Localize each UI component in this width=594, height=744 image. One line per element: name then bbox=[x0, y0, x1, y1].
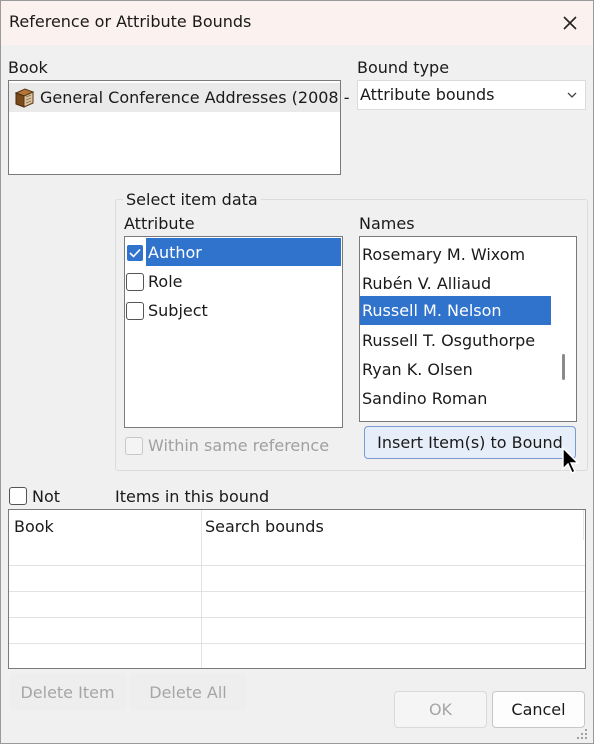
names-item[interactable]: Rosemary M. Wixom bbox=[360, 240, 552, 269]
delete-all-button-label: Delete All bbox=[149, 682, 227, 702]
table-row-line bbox=[9, 617, 585, 618]
items-table[interactable]: Book Search bounds bbox=[8, 509, 586, 669]
attribute-item-author[interactable]: Author bbox=[125, 237, 342, 267]
names-item[interactable]: Ryan K. Olsen bbox=[360, 355, 552, 384]
dialog-window: Reference or Attribute Bounds Book Gener… bbox=[0, 0, 594, 744]
attribute-item-label: Author bbox=[148, 243, 202, 262]
names-item-label: Ryan K. Olsen bbox=[362, 360, 473, 379]
names-item-label: Russell T. Osguthorpe bbox=[362, 331, 536, 350]
checkmark-icon bbox=[129, 248, 141, 258]
names-list[interactable]: Rosemary M. Wixom Rubén V. Alliaud Russe… bbox=[359, 236, 577, 422]
names-item[interactable]: Russell T. Osguthorpe bbox=[360, 326, 552, 355]
insert-items-button-label: Insert Item(s) to Bound bbox=[377, 433, 563, 452]
table-row-line bbox=[9, 565, 585, 566]
chevron-down-icon bbox=[567, 92, 577, 98]
names-item-label: Russell M. Nelson bbox=[362, 301, 502, 320]
column-divider bbox=[583, 510, 584, 540]
attribute-item-role[interactable]: Role bbox=[125, 267, 342, 296]
items-in-bound-label: Items in this bound bbox=[115, 487, 270, 506]
book-list[interactable]: General Conference Addresses (2008 - bbox=[8, 80, 349, 175]
column-header-search-bounds[interactable]: Search bounds bbox=[205, 517, 324, 536]
attribute-item-label: Role bbox=[148, 272, 183, 291]
delete-item-button[interactable]: Delete Item bbox=[9, 674, 126, 710]
ok-button[interactable]: OK bbox=[394, 691, 487, 728]
bound-type-select[interactable]: Attribute bounds bbox=[357, 80, 586, 110]
subject-checkbox[interactable] bbox=[126, 302, 144, 320]
column-divider bbox=[201, 510, 202, 540]
table-row-line bbox=[9, 643, 585, 644]
names-scrollbar[interactable] bbox=[552, 237, 576, 421]
attribute-item-author-highlight: Author bbox=[146, 238, 341, 266]
mouse-cursor-icon bbox=[562, 447, 579, 474]
insert-items-button[interactable]: Insert Item(s) to Bound bbox=[364, 426, 576, 459]
names-item[interactable]: Sandino Roman bbox=[360, 384, 552, 413]
column-header-book[interactable]: Book bbox=[14, 517, 54, 536]
delete-item-button-label: Delete Item bbox=[20, 682, 115, 702]
table-row-line bbox=[9, 591, 585, 592]
names-item[interactable]: Rubén V. Alliaud bbox=[360, 269, 552, 298]
resize-grip-icon[interactable] bbox=[575, 727, 589, 741]
delete-all-button[interactable]: Delete All bbox=[130, 674, 246, 710]
names-item-selected[interactable]: Russell M. Nelson bbox=[360, 296, 551, 325]
names-label: Names bbox=[359, 214, 415, 233]
cancel-button-label: Cancel bbox=[511, 700, 566, 719]
close-icon bbox=[563, 16, 577, 30]
names-item-label: Rubén V. Alliaud bbox=[362, 274, 492, 293]
title-bar: Reference or Attribute Bounds bbox=[1, 1, 593, 45]
book-label: Book bbox=[8, 58, 48, 77]
bound-type-value: Attribute bounds bbox=[360, 85, 495, 104]
author-checkbox[interactable] bbox=[126, 244, 144, 262]
ok-button-label: OK bbox=[428, 700, 453, 719]
role-checkbox[interactable] bbox=[126, 273, 144, 291]
not-label: Not bbox=[32, 487, 61, 506]
close-button[interactable] bbox=[553, 7, 587, 39]
within-same-reference-checkbox[interactable] bbox=[125, 437, 143, 455]
book-list-item[interactable]: General Conference Addresses (2008 - bbox=[9, 83, 349, 112]
names-item-label: Rosemary M. Wixom bbox=[362, 245, 526, 264]
attribute-list[interactable]: Author Role Subject bbox=[124, 236, 343, 428]
select-item-data-legend: Select item data bbox=[123, 190, 261, 209]
within-same-reference-label: Within same reference bbox=[148, 436, 330, 455]
attribute-item-subject[interactable]: Subject bbox=[125, 296, 342, 325]
attribute-label: Attribute bbox=[124, 214, 195, 233]
names-item-label: Sandino Roman bbox=[362, 389, 488, 408]
window-title: Reference or Attribute Bounds bbox=[9, 12, 252, 31]
cancel-button[interactable]: Cancel bbox=[492, 691, 585, 728]
attribute-item-label: Subject bbox=[148, 301, 208, 320]
table-column-line bbox=[201, 540, 202, 668]
book-list-item-label: General Conference Addresses (2008 - bbox=[40, 88, 350, 107]
bound-type-label: Bound type bbox=[357, 58, 450, 77]
names-scrollbar-thumb[interactable] bbox=[562, 354, 565, 380]
book-icon bbox=[14, 88, 35, 108]
not-checkbox[interactable] bbox=[9, 487, 27, 505]
